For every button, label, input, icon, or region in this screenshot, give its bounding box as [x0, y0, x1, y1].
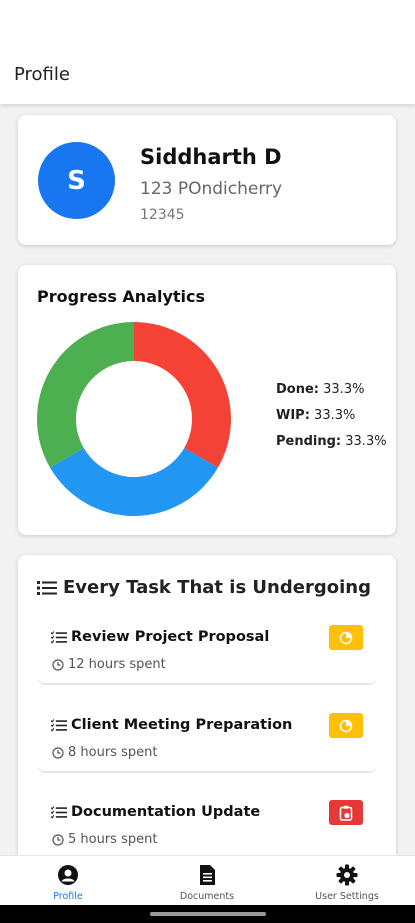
pending-clipboard-icon [339, 805, 353, 821]
nav-user-settings[interactable]: User Settings [308, 864, 386, 902]
task-item[interactable]: Documentation Update 5 hours spent [37, 792, 377, 858]
in-progress-icon [339, 719, 353, 732]
status-badge[interactable] [329, 713, 363, 738]
profile-zip: 12345 [140, 207, 185, 223]
task-list-icon [37, 580, 57, 595]
progress-analytics-card: Progress Analytics Done: 33.3% WIP: 33.3… [18, 265, 396, 535]
task-title-text: Client Meeting Preparation [71, 717, 293, 733]
task-item[interactable]: Client Meeting Preparation 8 hours spent [37, 705, 377, 773]
task-title-text: Review Project Proposal [71, 629, 270, 645]
profile-icon [58, 865, 78, 885]
task-meta: 8 hours spent [52, 745, 157, 760]
task-title-text: Documentation Update [71, 804, 261, 820]
bottom-navigation: Profile Documents User Settings [0, 855, 415, 906]
legend-done: Done: 33.3% [276, 381, 387, 407]
tasks-card: Every Task That is Undergoing Review Pro… [18, 555, 396, 875]
legend-wip: WIP: 33.3% [276, 407, 387, 433]
in-progress-icon [339, 631, 353, 644]
profile-address: 123 POndicherry [140, 179, 283, 199]
task-meta: 5 hours spent [52, 832, 157, 847]
home-gesture-handle[interactable] [150, 912, 266, 916]
analytics-title: Progress Analytics [37, 287, 206, 306]
legend-label: WIP: [276, 408, 310, 423]
donut-slice-done [134, 322, 231, 468]
legend-label: Pending: [276, 434, 342, 449]
clock-icon [52, 658, 64, 671]
task-item[interactable]: Review Project Proposal 12 hours spent [37, 617, 377, 685]
task-hours: 8 hours spent [68, 745, 158, 760]
task-title: Review Project Proposal [51, 629, 269, 645]
nav-documents[interactable]: Documents [168, 864, 246, 902]
task-title: Documentation Update [51, 804, 260, 820]
status-badge[interactable] [329, 800, 363, 825]
legend-label: Done: [276, 382, 319, 397]
task-meta: 12 hours spent [52, 657, 166, 672]
chart-legend: Done: 33.3% WIP: 33.3% Pending: 33.3% [276, 381, 387, 459]
checklist-icon [51, 718, 67, 732]
profile-name: Siddharth D [140, 145, 282, 169]
task-hours: 5 hours spent [68, 832, 158, 847]
task-title: Client Meeting Preparation [51, 717, 292, 733]
nav-label: Profile [53, 891, 83, 902]
system-navigation-bar [0, 905, 415, 923]
page-title: Profile [14, 64, 70, 85]
avatar[interactable]: S [38, 142, 115, 219]
checklist-icon [51, 630, 67, 644]
task-hours: 12 hours spent [68, 657, 166, 672]
tasks-heading-text: Every Task That is Undergoing [63, 577, 371, 598]
checklist-icon [51, 805, 67, 819]
clock-icon [52, 746, 64, 759]
settings-gear-icon [336, 864, 358, 886]
legend-value: 33.3% [345, 434, 387, 449]
status-badge[interactable] [329, 625, 363, 650]
nav-profile[interactable]: Profile [40, 864, 96, 902]
app-bar: Profile [0, 0, 415, 104]
clock-icon [52, 833, 64, 846]
donut-slice-wip [49, 448, 219, 516]
legend-pending: Pending: 33.3% [276, 433, 387, 459]
tasks-heading: Every Task That is Undergoing [37, 577, 371, 598]
nav-label: User Settings [315, 891, 379, 902]
nav-label: Documents [179, 891, 235, 902]
legend-value: 33.3% [323, 382, 365, 397]
documents-icon [200, 865, 215, 885]
progress-donut-chart [37, 322, 231, 516]
legend-value: 33.3% [314, 408, 356, 423]
profile-card: S Siddharth D 123 POndicherry 12345 [18, 115, 396, 245]
donut-slice-pending [37, 322, 134, 468]
